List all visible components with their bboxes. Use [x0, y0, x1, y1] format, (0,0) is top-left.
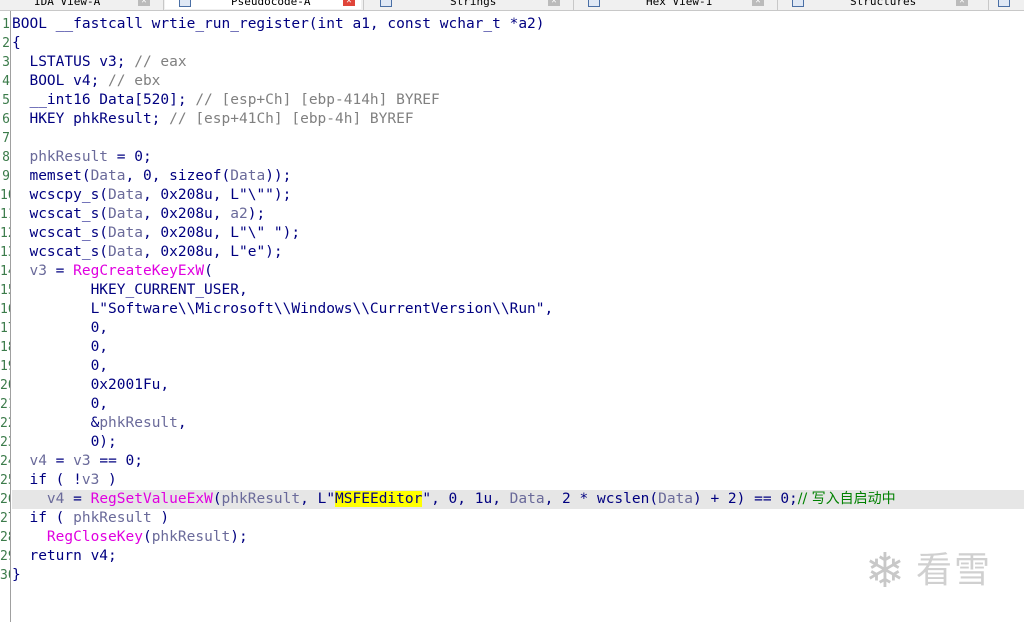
line-number: 1: [2, 17, 10, 32]
code-line[interactable]: {: [12, 34, 1024, 53]
code-line[interactable]: 0);: [12, 433, 1024, 452]
tab-label: Hex View-1: [646, 0, 713, 8]
line-number: 7: [2, 131, 10, 146]
line-number: 18: [0, 340, 10, 355]
comment: // 写入自启动中: [797, 491, 896, 507]
line-number: 25: [0, 473, 10, 488]
code-line[interactable]: 0,: [12, 338, 1024, 357]
line-number: 21: [0, 397, 10, 412]
strings-icon: [380, 0, 392, 7]
line-number: 19: [0, 359, 10, 374]
code-line[interactable]: HKEY_CURRENT_USER,: [12, 281, 1024, 300]
line-number: 16: [0, 302, 10, 317]
code-line[interactable]: 0,: [12, 357, 1024, 376]
code-line[interactable]: 0,: [12, 395, 1024, 414]
pseudocode-view[interactable]: BOOL __fastcall wrtie_run_register(int a…: [12, 15, 1024, 585]
line-number: 26: [0, 492, 10, 507]
code-line[interactable]: if ( !v3 ): [12, 471, 1024, 490]
line-number: 17: [0, 321, 10, 336]
line-number: 13: [0, 245, 10, 260]
code-line[interactable]: wcscat_s(Data, 0x208u, L"e");: [12, 243, 1024, 262]
close-icon[interactable]: ✕: [138, 0, 150, 6]
line-number: 15: [0, 283, 10, 298]
line-number: 8: [2, 150, 10, 165]
code-line[interactable]: LSTATUS v3; // eax: [12, 53, 1024, 72]
code-line[interactable]: v3 = RegCreateKeyExW(: [12, 262, 1024, 281]
code-line[interactable]: HKEY phkResult; // [esp+41Ch] [ebp-4h] B…: [12, 110, 1024, 129]
line-number: 28: [0, 530, 10, 545]
code-line[interactable]: if ( phkResult ): [12, 509, 1024, 528]
code-line[interactable]: phkResult = 0;: [12, 148, 1024, 167]
tab-label: Pseudocode-A: [231, 0, 311, 8]
watermark-text: 看雪: [916, 550, 993, 591]
tab-strings[interactable]: Strings ✕: [366, 0, 570, 9]
structures-icon: [792, 0, 804, 7]
code-line[interactable]: BOOL v4; // ebx: [12, 72, 1024, 91]
tab-label: Structures: [850, 0, 917, 8]
code-line[interactable]: wcscpy_s(Data, 0x208u, L"\"");: [12, 186, 1024, 205]
line-number: 29: [0, 549, 10, 564]
code-line[interactable]: wcscat_s(Data, 0x208u, L"\" ");: [12, 224, 1024, 243]
tab-hex-view-1[interactable]: Hex View-1 ✕: [576, 0, 772, 9]
line-number: 27: [0, 511, 10, 526]
line-number: 10: [0, 188, 10, 203]
pseudocode-icon: [179, 0, 191, 7]
close-icon[interactable]: ✕: [343, 0, 355, 6]
tab-label: Strings: [450, 0, 497, 8]
watermark: ❄ 看雪: [858, 544, 1008, 598]
snowflake-icon: ❄: [864, 543, 906, 599]
code-line[interactable]: __int16 Data[520]; // [esp+Ch] [ebp-414h…: [12, 91, 1024, 110]
line-number: 14: [0, 264, 10, 279]
line-number: 11: [0, 207, 10, 222]
close-icon[interactable]: ✕: [956, 0, 968, 6]
code-line-current[interactable]: v4 = RegSetValueExW(phkResult, L"MSFEEdi…: [12, 490, 1024, 509]
line-number: 24: [0, 454, 10, 469]
line-number: 4: [2, 74, 10, 89]
line-number: 9: [2, 169, 10, 184]
code-line[interactable]: 0,: [12, 319, 1024, 338]
tab-pseudocode-a[interactable]: Pseudocode-A ✕: [165, 0, 361, 9]
tab-ida-view-a[interactable]: IDA View-A ✕: [0, 0, 160, 9]
line-number: 20: [0, 378, 10, 393]
code-line[interactable]: v4 = v3 == 0;: [12, 452, 1024, 471]
line-number: 3: [2, 55, 10, 70]
code-line[interactable]: &phkResult,: [12, 414, 1024, 433]
line-number: 22: [0, 416, 10, 431]
highlighted-string: MSFEEditor: [335, 491, 423, 507]
line-number: 12: [0, 226, 10, 241]
code-line[interactable]: BOOL __fastcall wrtie_run_register(int a…: [12, 15, 1024, 34]
close-icon[interactable]: ✕: [752, 0, 764, 6]
code-line[interactable]: wcscat_s(Data, 0x208u, a2);: [12, 205, 1024, 224]
tab-label: IDA View-A: [34, 0, 101, 8]
close-icon[interactable]: ✕: [548, 0, 560, 6]
line-number: 23: [0, 435, 10, 450]
line-number: 30: [0, 568, 10, 583]
code-line[interactable]: [12, 129, 1024, 148]
line-number: 6: [2, 112, 10, 127]
line-number: 2: [2, 36, 10, 51]
code-line[interactable]: 0x2001Fu,: [12, 376, 1024, 395]
line-number: 5: [2, 93, 10, 108]
tab-enums[interactable]: [994, 0, 1024, 9]
hex-view-icon: [588, 0, 600, 7]
tab-structures[interactable]: Structures ✕: [780, 0, 986, 9]
code-line[interactable]: L"Software\\Microsoft\\Windows\\CurrentV…: [12, 300, 1024, 319]
tab-bar: IDA View-A ✕ Pseudocode-A ✕ Strings ✕ He…: [0, 0, 1024, 11]
enums-icon: [998, 0, 1010, 7]
line-number-gutter: 1 2 3 4 5 6 7 8 9 10 11 12 13 14 15 16 1…: [0, 11, 11, 622]
code-line[interactable]: memset(Data, 0, sizeof(Data));: [12, 167, 1024, 186]
